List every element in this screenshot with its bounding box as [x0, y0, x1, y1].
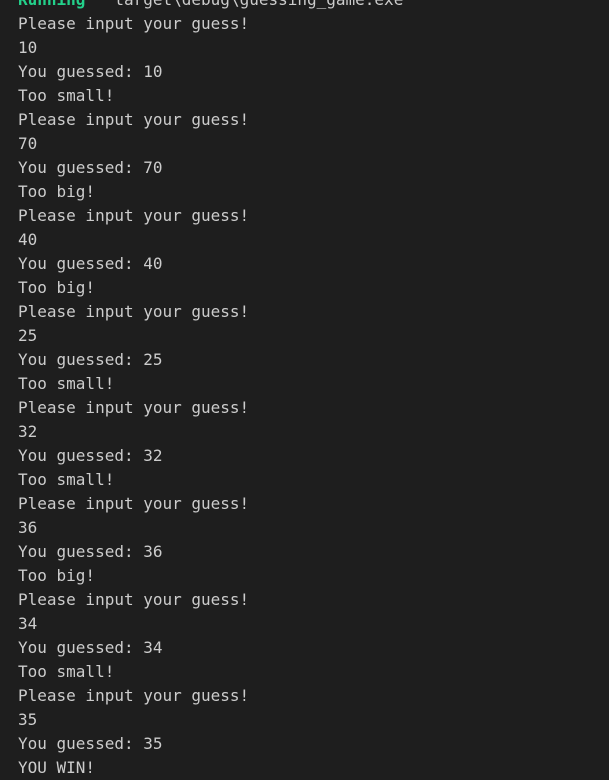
running-status-line: Running `target\debug\guessing_game.exe` — [18, 0, 413, 12]
terminal-line: You guessed: 35 — [18, 734, 163, 753]
terminal-line: 10 — [18, 38, 38, 57]
terminal-line: 25 — [18, 326, 38, 345]
terminal-line: Too small! — [18, 470, 115, 489]
terminal-line: 35 — [18, 710, 38, 729]
terminal-line: Please input your guess! — [18, 14, 250, 33]
terminal-line: 32 — [18, 422, 38, 441]
terminal-output: Running `target\debug\guessing_game.exe`… — [0, 0, 609, 779]
terminal-line: Too small! — [18, 374, 115, 393]
terminal-line: Please input your guess! — [18, 590, 250, 609]
terminal-line: Please input your guess! — [18, 110, 250, 129]
terminal-line: Too small! — [18, 86, 115, 105]
terminal-line: 40 — [18, 230, 38, 249]
terminal-line: Please input your guess! — [18, 686, 250, 705]
terminal-line: You guessed: 10 — [18, 62, 163, 81]
terminal-line: Too small! — [18, 662, 115, 681]
terminal-line: You guessed: 36 — [18, 542, 163, 561]
terminal-line: YOU WIN! — [18, 758, 96, 777]
terminal-line: You guessed: 40 — [18, 254, 163, 273]
terminal-line: Too big! — [18, 278, 96, 297]
terminal-line: 34 — [18, 614, 38, 633]
terminal-line: Please input your guess! — [18, 302, 250, 321]
running-keyword: Running — [18, 0, 85, 9]
executable-path: `target\debug\guessing_game.exe` — [85, 0, 413, 9]
terminal-line: 36 — [18, 518, 38, 537]
terminal-line: 70 — [18, 134, 38, 153]
terminal-line: Too big! — [18, 182, 96, 201]
executable-path-text: `target\debug\guessing_game.exe` — [105, 0, 413, 9]
terminal-line: Please input your guess! — [18, 206, 250, 225]
terminal-line: You guessed: 25 — [18, 350, 163, 369]
terminal-line: Please input your guess! — [18, 398, 250, 417]
terminal-line: Too big! — [18, 566, 96, 585]
terminal-line: You guessed: 70 — [18, 158, 163, 177]
terminal-line: You guessed: 32 — [18, 446, 163, 465]
terminal-line: You guessed: 34 — [18, 638, 163, 657]
terminal-line: Please input your guess! — [18, 494, 250, 513]
